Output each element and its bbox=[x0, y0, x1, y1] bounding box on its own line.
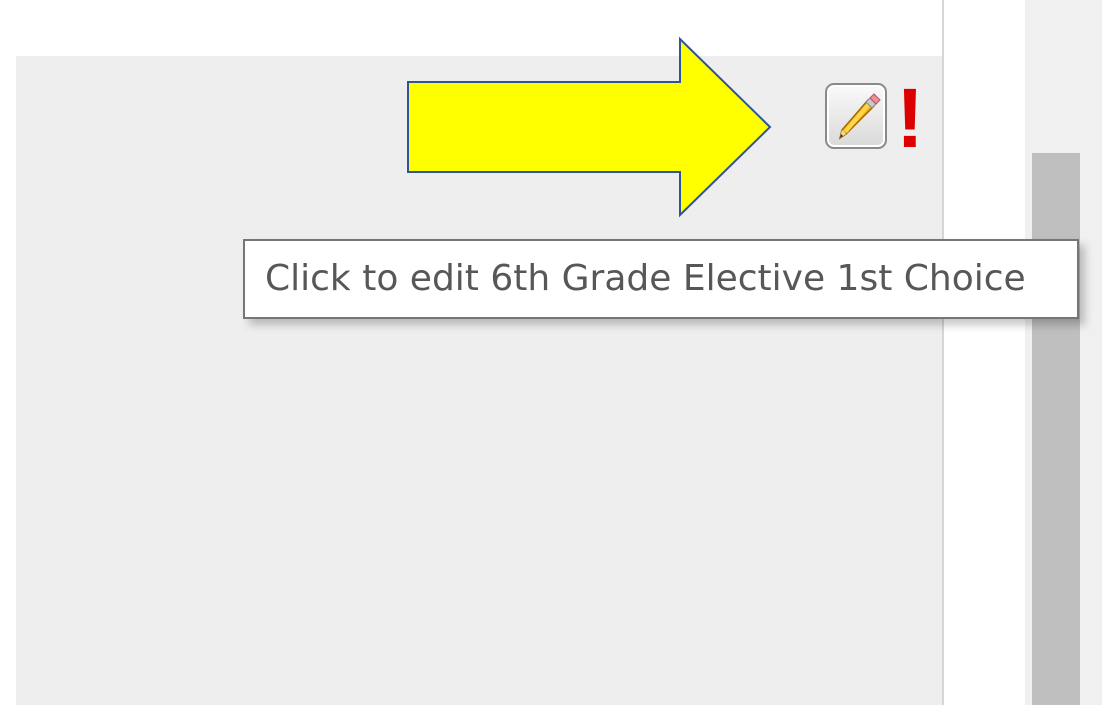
edit-button[interactable] bbox=[825, 83, 887, 149]
arrow-right-icon bbox=[407, 36, 772, 218]
panel-divider bbox=[942, 0, 944, 705]
edit-tooltip: Click to edit 6th Grade Elective 1st Cho… bbox=[243, 239, 1079, 319]
scrollbar-thumb[interactable] bbox=[1032, 153, 1080, 705]
screen: ! Click to edit 6th Grade Elective 1st C… bbox=[0, 0, 1102, 705]
pencil-icon bbox=[838, 93, 881, 140]
required-indicator: ! bbox=[896, 71, 924, 165]
